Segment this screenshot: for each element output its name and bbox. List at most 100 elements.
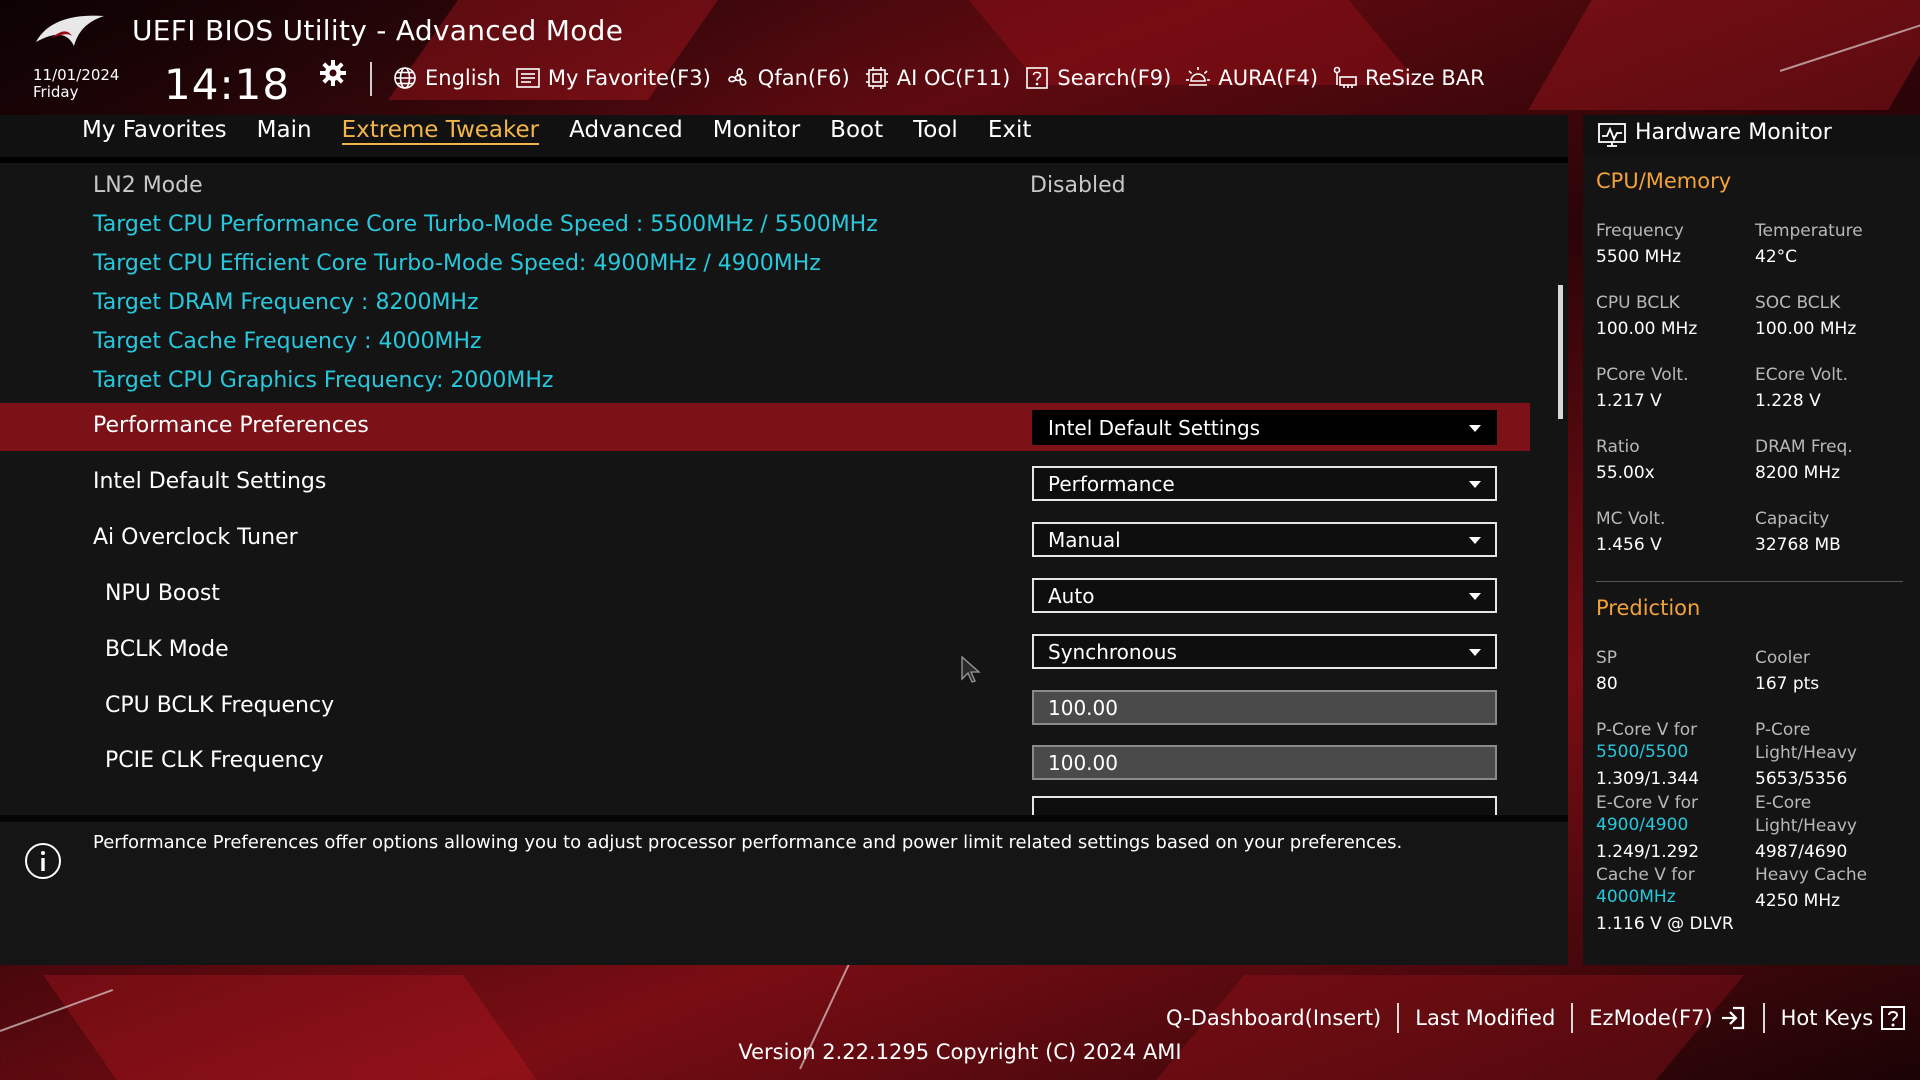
pcie-clk-frequency-row[interactable]: PCIE CLK Frequency 100.00 bbox=[0, 738, 1530, 784]
last-modified-button[interactable]: Last Modified bbox=[1399, 1006, 1571, 1030]
soc-bclk-label: SOC BCLK bbox=[1755, 293, 1841, 313]
my-favorite-label: My Favorite(F3) bbox=[547, 66, 711, 90]
performance-preferences-dropdown[interactable]: Intel Default Settings bbox=[1032, 410, 1497, 445]
ezmode-button[interactable]: EzMode(F7) bbox=[1573, 1004, 1762, 1032]
tab-label: Exit bbox=[987, 117, 1032, 143]
ai-overclock-tuner-dropdown[interactable]: Manual bbox=[1032, 522, 1497, 557]
ai-overclock-tuner-row[interactable]: Ai Overclock Tuner Manual bbox=[0, 515, 1530, 561]
ln2-mode-label: LN2 Mode bbox=[93, 173, 203, 198]
my-favorite-button[interactable]: My Favorite(F3) bbox=[515, 65, 711, 91]
intel-default-settings-row[interactable]: Intel Default Settings Performance bbox=[0, 459, 1530, 505]
hot-keys-label: Hot Keys bbox=[1780, 1006, 1874, 1030]
scrollbar-thumb[interactable] bbox=[1558, 285, 1563, 419]
target-dram-frequency: Target DRAM Frequency : 8200MHz bbox=[93, 290, 479, 315]
gear-icon[interactable] bbox=[318, 58, 348, 88]
cpu-bclk-frequency-row[interactable]: CPU BCLK Frequency 100.00 bbox=[0, 683, 1530, 729]
settings-list: LN2 Mode Disabled Target CPU Performance… bbox=[0, 163, 1568, 823]
performance-preferences-row[interactable]: Performance Preferences Intel Default Se… bbox=[0, 403, 1530, 451]
cpu-bclk-label: CPU BCLK bbox=[1596, 293, 1680, 313]
aura-button[interactable]: AURA(F4) bbox=[1185, 65, 1318, 91]
tab-boot[interactable]: Boot bbox=[815, 115, 898, 157]
tab-extreme-tweaker[interactable]: Extreme Tweaker bbox=[327, 115, 555, 157]
mc-volt-value: 1.456 V bbox=[1596, 535, 1662, 555]
tab-label: Monitor bbox=[712, 117, 801, 143]
cpu-memory-heading: CPU/Memory bbox=[1596, 169, 1732, 193]
hot-keys-button[interactable]: Hot Keys bbox=[1765, 1004, 1920, 1032]
tab-main[interactable]: Main bbox=[242, 115, 327, 157]
dropdown-value: Manual bbox=[1048, 528, 1121, 552]
setting-label: CPU BCLK Frequency bbox=[105, 693, 335, 718]
target-graphics-frequency: Target CPU Graphics Frequency: 2000MHz bbox=[93, 368, 554, 393]
dropdown-value: Auto bbox=[1048, 584, 1095, 608]
date-text: 11/01/2024 bbox=[33, 66, 120, 84]
target-pcore-speed: Target CPU Performance Core Turbo-Mode S… bbox=[93, 212, 878, 237]
chevron-down-icon bbox=[1469, 425, 1481, 432]
tab-my-favorites[interactable]: My Favorites bbox=[82, 115, 242, 157]
tab-exit[interactable]: Exit bbox=[973, 115, 1047, 157]
ecore-light-heavy-label: E-Core Light/Heavy bbox=[1755, 793, 1857, 836]
capacity-label: Capacity bbox=[1755, 509, 1830, 529]
search-button[interactable]: Search(F9) bbox=[1024, 65, 1171, 91]
npu-boost-row[interactable]: NPU Boost Auto bbox=[0, 571, 1530, 617]
ecore-volt-value: 1.228 V bbox=[1755, 391, 1821, 411]
tab-advanced[interactable]: Advanced bbox=[554, 115, 698, 157]
bclk-mode-row[interactable]: BCLK Mode Synchronous bbox=[0, 627, 1530, 673]
setting-label: Intel Default Settings bbox=[93, 469, 327, 494]
setting-label: PCIE CLK Frequency bbox=[105, 748, 324, 773]
chevron-down-icon bbox=[1469, 481, 1481, 488]
tab-monitor[interactable]: Monitor bbox=[698, 115, 815, 157]
ecore-v-value: 1.249/1.292 bbox=[1596, 842, 1700, 862]
tab-label: My Favorites bbox=[82, 117, 227, 143]
ezmode-label: EzMode(F7) bbox=[1589, 1006, 1713, 1030]
hardware-monitor-panel: Hardware Monitor CPU/Memory Frequency 55… bbox=[1583, 115, 1920, 965]
help-divider bbox=[0, 815, 1568, 822]
resize-bar-button[interactable]: ReSize BAR bbox=[1332, 65, 1485, 91]
mc-volt-label: MC Volt. bbox=[1596, 509, 1666, 529]
tab-tool[interactable]: Tool bbox=[898, 115, 973, 157]
pcore-v-label: P-Core V for bbox=[1596, 720, 1698, 740]
pcie-clk-frequency-input[interactable]: 100.00 bbox=[1032, 745, 1497, 780]
heavy-cache-label: Heavy Cache bbox=[1755, 865, 1868, 885]
target-cache-frequency: Target Cache Frequency : 4000MHz bbox=[93, 329, 482, 354]
hardware-monitor-title: Hardware Monitor bbox=[1635, 120, 1832, 145]
dropdown-value: Synchronous bbox=[1048, 640, 1177, 664]
globe-icon bbox=[394, 67, 416, 89]
setting-label: Performance Preferences bbox=[93, 413, 369, 438]
input-value: 100.00 bbox=[1048, 751, 1118, 775]
header-bar: UEFI BIOS Utility - Advanced Mode 11/01/… bbox=[0, 0, 1920, 115]
chevron-down-icon bbox=[1469, 649, 1481, 656]
q-dashboard-button[interactable]: Q-Dashboard(Insert) bbox=[1150, 1006, 1397, 1030]
ratio-label: Ratio bbox=[1596, 437, 1640, 457]
hardware-monitor-header: Hardware Monitor bbox=[1583, 115, 1920, 157]
dram-freq-value: 8200 MHz bbox=[1755, 463, 1841, 483]
tab-label: Extreme Tweaker bbox=[341, 117, 540, 145]
capacity-value: 32768 MB bbox=[1755, 535, 1841, 555]
npu-boost-dropdown[interactable]: Auto bbox=[1032, 578, 1497, 613]
pcore-light-heavy-value: 5653/5356 bbox=[1755, 769, 1848, 789]
cache-v-label: Cache V for bbox=[1596, 865, 1695, 885]
bclk-mode-dropdown[interactable]: Synchronous bbox=[1032, 634, 1497, 669]
menu-bar: My Favorites Main Extreme Tweaker Advanc… bbox=[0, 115, 1568, 157]
help-panel: Performance Preferences offer options al… bbox=[0, 822, 1568, 965]
frequency-label: Frequency bbox=[1596, 221, 1684, 241]
cpu-bclk-frequency-input[interactable]: 100.00 bbox=[1032, 690, 1497, 725]
ecore-volt-label: ECore Volt. bbox=[1755, 365, 1848, 385]
frequency-value: 5500 MHz bbox=[1596, 247, 1682, 267]
soc-bclk-value: 100.00 MHz bbox=[1755, 319, 1857, 339]
exit-arrow-icon bbox=[1721, 1006, 1744, 1030]
setting-label: BCLK Mode bbox=[105, 637, 229, 662]
info-icon bbox=[25, 843, 61, 879]
qfan-label: Qfan(F6) bbox=[757, 66, 850, 90]
setting-label: Ai Overclock Tuner bbox=[93, 525, 298, 550]
setting-label: NPU Boost bbox=[105, 581, 220, 606]
language-label: English bbox=[425, 66, 501, 90]
qfan-button[interactable]: Qfan(F6) bbox=[725, 65, 850, 91]
sp-label: SP bbox=[1596, 648, 1618, 668]
ai-oc-button[interactable]: AI OC(F11) bbox=[864, 65, 1010, 91]
tab-label: Advanced bbox=[569, 117, 683, 143]
ln2-mode-value: Disabled bbox=[1030, 173, 1126, 198]
ecore-v-label: E-Core V for bbox=[1596, 793, 1699, 813]
intel-default-settings-dropdown[interactable]: Performance bbox=[1032, 466, 1497, 501]
pcore-v-frequency: 5500/5500 bbox=[1596, 742, 1689, 762]
language-button[interactable]: English bbox=[392, 65, 501, 91]
